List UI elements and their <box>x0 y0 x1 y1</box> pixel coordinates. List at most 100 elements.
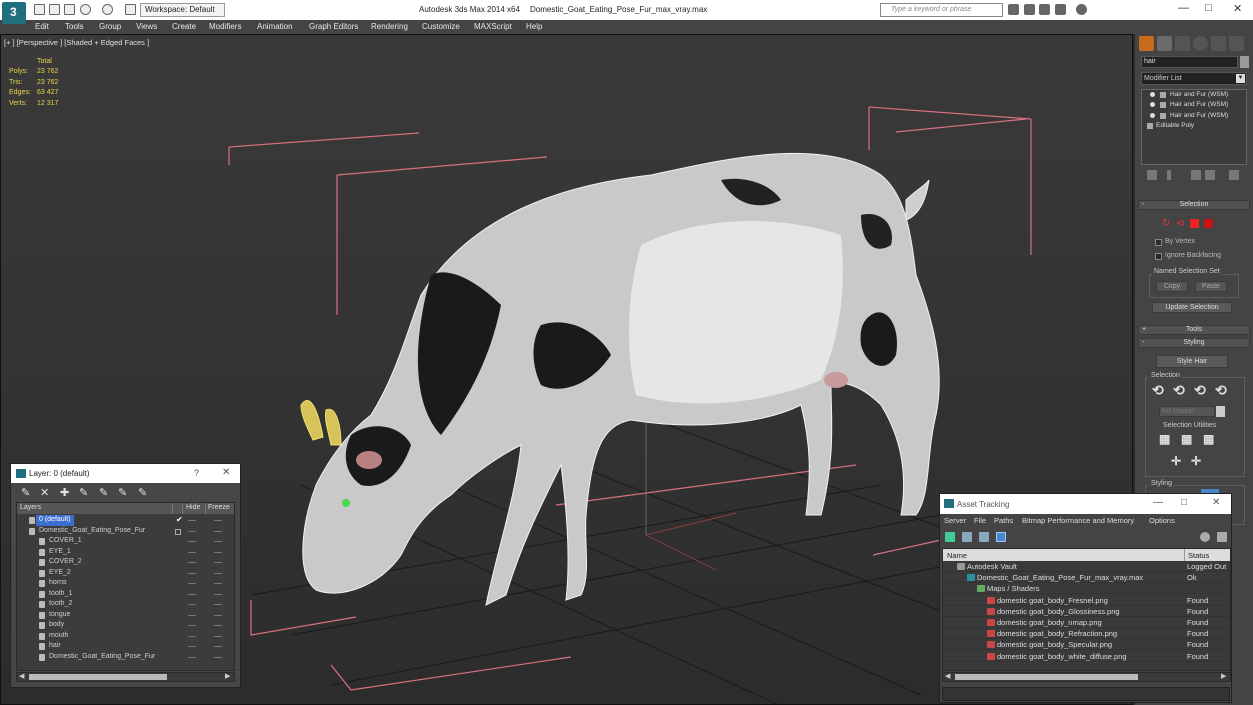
scrollbar-thumb[interactable] <box>955 674 1138 680</box>
active-layer-checkbox[interactable] <box>175 528 181 535</box>
help-icon[interactable] <box>1076 4 1087 15</box>
stack-item[interactable]: Hair and Fur (WSM) <box>1142 111 1246 121</box>
project-folder-icon[interactable] <box>125 4 136 15</box>
list-view-icon[interactable] <box>962 532 972 542</box>
maximize-icon[interactable]: □ <box>1205 2 1212 14</box>
style-hair-button[interactable]: Style Hair <box>1156 355 1228 368</box>
select-objects-icon[interactable]: ✎ <box>79 486 91 499</box>
invert-selection-icon[interactable]: ▦ <box>1159 432 1170 446</box>
utilities-tab-icon[interactable] <box>1229 36 1244 51</box>
layer-row[interactable]: COVER_1 <box>17 536 234 547</box>
refresh-icon[interactable] <box>945 532 955 542</box>
hide-toggle[interactable] <box>188 562 196 563</box>
scroll-left-icon[interactable]: ◀ <box>19 672 24 680</box>
hide-toggle[interactable] <box>188 614 196 616</box>
help-icon[interactable]: ? <box>194 468 199 478</box>
asset-menu-server[interactable]: Server <box>944 516 966 525</box>
close-icon[interactable]: ✕ <box>222 467 230 478</box>
configure-modifier-sets-icon[interactable] <box>1229 170 1239 180</box>
freeze-toggle[interactable] <box>214 583 222 584</box>
freeze-toggle[interactable] <box>214 572 222 574</box>
table-view-icon[interactable] <box>996 532 1006 542</box>
scroll-right-icon[interactable]: ▶ <box>1221 672 1226 680</box>
status-column-header[interactable]: Status <box>1188 551 1209 560</box>
scroll-left-icon[interactable]: ◀ <box>945 672 950 680</box>
freeze-toggle[interactable] <box>214 635 222 637</box>
close-icon[interactable]: ✕ <box>1233 2 1242 15</box>
open-file-icon[interactable] <box>49 4 60 15</box>
stack-item[interactable]: Hair and Fur (WSM) <box>1142 100 1246 110</box>
hide-toggle[interactable] <box>188 551 196 553</box>
menu-group[interactable]: Group <box>99 22 121 31</box>
layer-row[interactable]: tooth_1 <box>17 589 234 600</box>
freeze-all-layers-icon[interactable]: ✎ <box>138 486 150 499</box>
redo-icon[interactable] <box>102 4 113 15</box>
asset-row[interactable]: Autodesk Vault Logged Out <box>943 561 1230 572</box>
update-selection-button[interactable]: Update Selection <box>1152 302 1232 313</box>
freeze-toggle[interactable] <box>214 520 222 521</box>
layer-row[interactable]: 0 (default) ✔ <box>17 515 234 526</box>
add-to-layer-icon[interactable]: ✚ <box>60 486 72 499</box>
expand-selection-icon[interactable]: ▦ <box>1203 432 1214 446</box>
display-tab-icon[interactable] <box>1211 36 1226 51</box>
menu-customize[interactable]: Customize <box>422 22 460 31</box>
freeze-toggle[interactable] <box>214 646 222 647</box>
hair-face-icon[interactable]: ⊲ <box>1176 218 1185 229</box>
menu-help[interactable]: Help <box>526 22 542 31</box>
freeze-toggle[interactable] <box>214 541 222 542</box>
hide-toggle[interactable] <box>188 625 196 626</box>
highlight-layer-icon[interactable]: ✎ <box>99 486 111 499</box>
name-column-header[interactable]: Name <box>947 551 967 560</box>
workspace-dropdown[interactable]: Workspace: Default <box>140 3 225 17</box>
minimize-icon[interactable]: — <box>1178 2 1189 14</box>
show-end-result-icon[interactable] <box>1167 170 1171 180</box>
stack-item[interactable]: Hair and Fur (WSM) <box>1142 90 1246 100</box>
hierarchy-tab-icon[interactable] <box>1175 36 1190 51</box>
menu-graph-editors[interactable]: Graph Editors <box>309 22 358 31</box>
by-vertex-checkbox[interactable] <box>1155 239 1162 246</box>
show-hidden-icon[interactable]: ✛ <box>1191 454 1201 468</box>
motion-tab-icon[interactable] <box>1193 36 1208 51</box>
hide-toggle[interactable] <box>188 583 196 584</box>
layer-row[interactable]: horns <box>17 578 234 589</box>
stack-item[interactable]: Editable Poly <box>1142 121 1246 131</box>
freeze-toggle[interactable] <box>214 593 222 595</box>
freeze-toggle[interactable] <box>214 614 222 616</box>
ignore-backfacing-checkbox[interactable] <box>1155 253 1162 260</box>
asset-row[interactable]: domestic goat_body_Specular.png Found <box>943 639 1230 651</box>
menu-modifiers[interactable]: Modifiers <box>209 22 241 31</box>
asset-menu-file[interactable]: File <box>974 516 986 525</box>
create-tab-icon[interactable] <box>1139 36 1154 51</box>
rotate-selection-icon[interactable]: ▦ <box>1181 432 1192 446</box>
layer-row[interactable]: tongue <box>17 610 234 621</box>
remove-modifier-icon[interactable] <box>1205 170 1215 180</box>
asset-row[interactable]: domestic goat_body_Refraction.png Found <box>943 628 1230 640</box>
freeze-toggle[interactable] <box>214 562 222 563</box>
menu-rendering[interactable]: Rendering <box>371 22 408 31</box>
no-marker-dropdown[interactable]: No Marker <box>1159 406 1215 417</box>
delete-layer-icon[interactable]: ✕ <box>40 486 52 499</box>
favorites-star-icon[interactable] <box>1055 4 1066 15</box>
select-hair-add-icon[interactable]: ⟲ <box>1173 382 1185 399</box>
menu-edit[interactable]: Edit <box>35 22 49 31</box>
freeze-toggle[interactable] <box>214 551 222 553</box>
asset-row[interactable]: domestic goat_body_Glossiness.png Found <box>943 606 1230 617</box>
modify-tab-icon[interactable] <box>1157 36 1172 51</box>
hide-toggle[interactable] <box>188 541 196 542</box>
hide-toggle[interactable] <box>188 635 196 637</box>
menu-maxscript[interactable]: MAXScript <box>474 22 512 31</box>
active-layer-check-icon[interactable]: ✔ <box>176 515 183 526</box>
hide-column-header[interactable]: Hide <box>186 504 200 511</box>
layer-horizontal-scrollbar[interactable]: ◀ ▶ <box>16 672 235 682</box>
lightbulb-icon[interactable] <box>1150 92 1155 97</box>
hide-toggle[interactable] <box>188 520 196 521</box>
layer-row[interactable]: COVER_2 <box>17 557 234 568</box>
lightbulb-icon[interactable] <box>1150 102 1155 108</box>
freeze-toggle[interactable] <box>214 530 222 532</box>
select-hair-icon[interactable]: ⟲ <box>1152 382 1164 399</box>
settings-icon[interactable] <box>1217 532 1227 542</box>
hair-element-icon[interactable] <box>1204 219 1213 228</box>
copy-button[interactable]: Copy <box>1156 281 1188 292</box>
pin-stack-icon[interactable] <box>1147 170 1157 180</box>
asset-menu-options[interactable]: Options <box>1149 516 1175 525</box>
